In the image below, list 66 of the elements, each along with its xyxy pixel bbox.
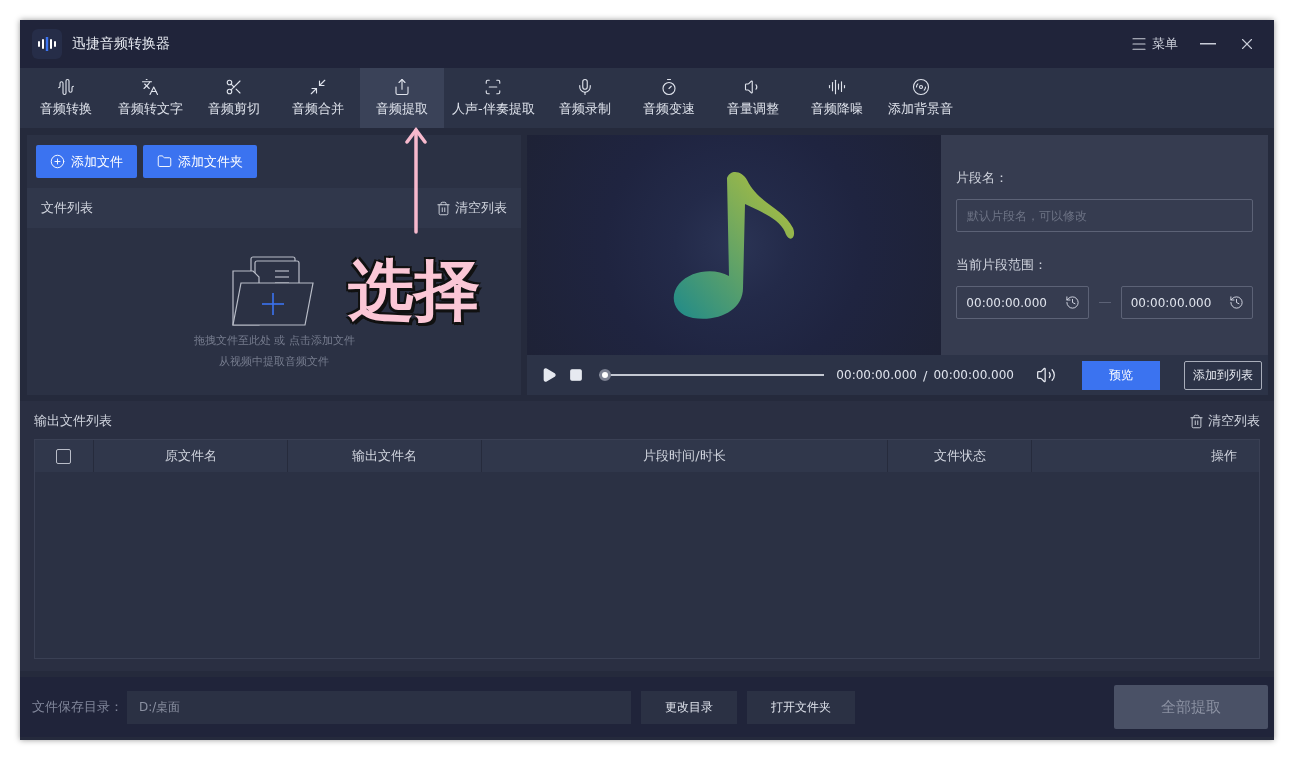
toolbar-tab[interactable]: 音频合并 [276, 68, 360, 128]
window-title: 迅捷音频转换器 [72, 35, 171, 53]
stop-button[interactable] [569, 368, 584, 382]
toolbar-tab[interactable]: 音频录制 [542, 68, 627, 128]
translate-icon [141, 78, 159, 96]
menu-icon [1130, 35, 1148, 53]
toolbar-tab[interactable]: 音频剪切 [192, 68, 276, 128]
toolbar-tab[interactable]: 音量调整 [710, 68, 795, 128]
audio-lines-icon [827, 78, 846, 96]
trash-icon [1189, 413, 1204, 429]
volume-button[interactable] [1036, 365, 1056, 385]
plus-circle-icon [50, 154, 65, 169]
volume-icon [1036, 365, 1056, 385]
toolbar-tab[interactable]: 音频变速 [626, 68, 711, 128]
progress-thumb[interactable] [599, 369, 612, 381]
toolbar-tab[interactable]: 音频降噪 [794, 68, 879, 128]
menu-button[interactable]: 菜单 [1124, 33, 1184, 55]
minimize-icon [1200, 43, 1216, 45]
scan-icon [484, 78, 503, 96]
waveform-icon [57, 78, 75, 96]
toolbar-tab[interactable]: 添加背景音 [878, 68, 963, 128]
output-title: 输出文件列表 [34, 412, 112, 430]
total-time: 00:00:00.000 [933, 368, 1014, 382]
toolbar-tab[interactable]: 音频转换 [24, 68, 108, 128]
segment-name-label: 片段名： [956, 169, 1010, 187]
add-folder-button[interactable]: 添加文件夹 [143, 145, 257, 178]
toolbar-tab[interactable]: 音频转文字 [108, 68, 192, 128]
app-logo-icon [32, 29, 62, 59]
save-dir-label: 文件保存目录： [32, 698, 123, 716]
add-file-button[interactable]: 添加文件 [36, 145, 137, 178]
toolbar-tab[interactable]: 音频提取 [360, 68, 444, 128]
stop-icon [569, 368, 584, 382]
clear-list-button[interactable]: 清空列表 [1189, 412, 1260, 430]
drop-hint: 拖拽文件至此处 或 点击添加文件 [193, 332, 355, 348]
drop-subhint: 从视频中提取音频文件 [219, 353, 330, 369]
play-button[interactable] [541, 367, 558, 383]
trash-icon [436, 200, 452, 216]
change-dir-button[interactable]: 更改目录 [641, 690, 737, 724]
end-time-field[interactable]: 00:00:00.000 [1120, 286, 1253, 319]
start-time-field[interactable]: 00:00:00.000 [956, 286, 1089, 319]
column-header: 操作 [1031, 440, 1259, 472]
segment-range-label: 当前片段范围： [956, 256, 1049, 274]
annotation-text: 选择 [348, 251, 480, 331]
disc-icon [911, 78, 930, 96]
scissors-icon [225, 78, 243, 96]
column-header: 片段时间/时长 [481, 440, 887, 472]
open-folder-button[interactable]: 打开文件夹 [747, 690, 855, 724]
folder-icon [157, 154, 172, 169]
timer-icon [659, 78, 678, 96]
history-icon [1064, 295, 1080, 310]
current-time: 00:00:00.000 [836, 368, 917, 382]
preview-button[interactable]: 预览 [1082, 360, 1160, 390]
column-header: 文件状态 [887, 440, 1031, 472]
minimize-icon [309, 78, 327, 96]
add-to-list-button[interactable]: 添加到列表 [1184, 360, 1262, 390]
history-icon [1229, 295, 1244, 310]
list-title: 文件列表 [41, 199, 93, 217]
share-icon [393, 78, 411, 96]
clear-list-button[interactable]: 清空列表 [436, 199, 508, 217]
select-all-checkbox[interactable] [56, 448, 71, 464]
play-icon [541, 367, 558, 383]
column-header: 原文件名 [93, 440, 287, 472]
column-header: 输出文件名 [287, 440, 481, 472]
time-separator: / [923, 367, 928, 383]
toolbar-tab[interactable]: 人声-伴奏提取 [444, 68, 543, 128]
save-path-field[interactable]: D:/桌面 [127, 690, 631, 724]
